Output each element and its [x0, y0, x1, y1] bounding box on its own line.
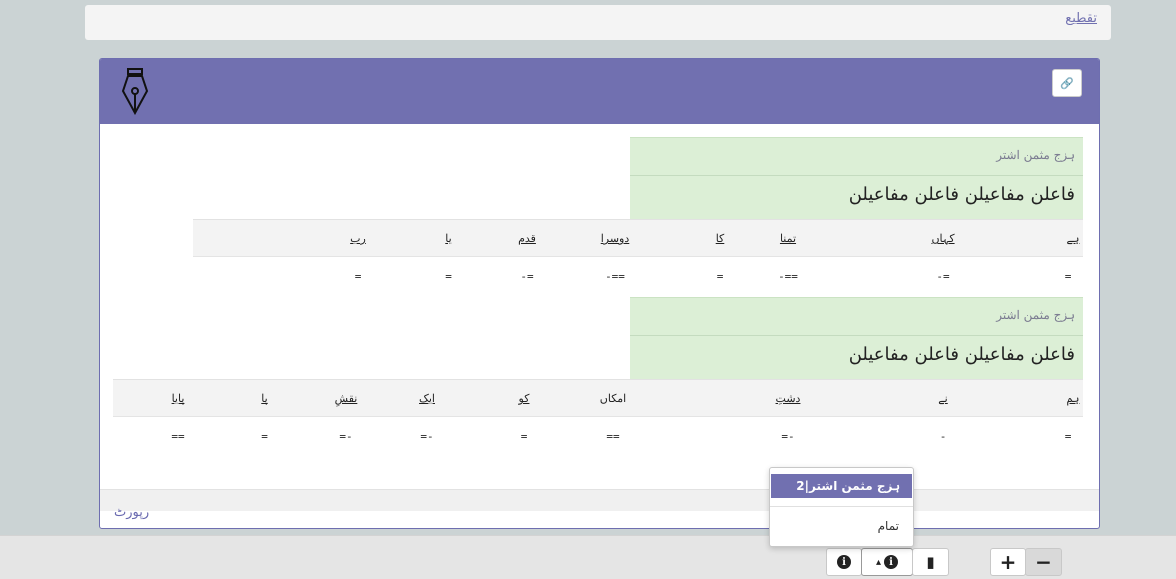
scansion-cell: = [1064, 270, 1072, 283]
meter-name[interactable]: ہزج مثمن اشتر [996, 148, 1075, 162]
card-header: 🔗 [100, 59, 1099, 124]
zoom-out-button[interactable]: − [1025, 548, 1062, 576]
meter-name[interactable]: ہزج مثمن اشتر [996, 308, 1075, 322]
meter-box-2: ہزج مثمن اشتر فاعلن مفاعیلن فاعلن مفاعیل… [630, 297, 1083, 380]
word-cell[interactable]: نقشِ [329, 392, 363, 405]
dropdown-item-all[interactable]: تمام [878, 519, 899, 533]
report-link[interactable]: رپورٹ [114, 505, 149, 520]
scansion-cell: = [1064, 430, 1072, 443]
meter-box-1: ہزج مثمن اشتر فاعلن مفاعیلن فاعلن مفاعیل… [630, 137, 1083, 220]
meter-dropdown-menu: ہزج مثمن اشتر|2 تمام [769, 467, 914, 547]
info-circle-icon: i [884, 555, 899, 569]
minus-icon: − [1035, 550, 1052, 574]
bottom-toolbar: i ▴ i ▮ + − [0, 535, 1176, 579]
taqti-link[interactable]: تقطیع [1065, 11, 1097, 26]
info-circle-icon: i [837, 555, 851, 569]
scansion-cell: = [354, 270, 362, 283]
book-icon: ▮ [926, 553, 935, 571]
meter-dropdown-toggle[interactable]: ▴ i [861, 548, 913, 576]
word-cell[interactable]: دشتِ [768, 392, 808, 405]
word-cell[interactable]: یا [436, 232, 461, 245]
fountain-pen-nib-icon [121, 68, 149, 115]
scansion-cell: -== [605, 270, 625, 283]
divider [630, 175, 1083, 176]
caret-up-icon: ▴ [875, 556, 882, 568]
word-cell[interactable]: ہم [1063, 392, 1083, 405]
word-cell[interactable]: دوسرا [591, 232, 639, 245]
divider [630, 335, 1083, 336]
scansion-cell: = [520, 430, 528, 443]
zoom-in-button[interactable]: + [990, 548, 1026, 576]
scansion-row: = - =- == = =- =- = == [113, 417, 1083, 456]
word-cell[interactable]: کو [509, 392, 539, 405]
scansion-cell: - [939, 430, 947, 443]
chain-link-icon: 🔗 [1060, 76, 1074, 90]
words-row: ہم نے دشتِ امکاں کو ایک نقشِ پا پایا [113, 380, 1083, 417]
scansion-cell: -= [936, 270, 950, 283]
scansion-cell: = [716, 270, 724, 283]
scansion-cell: == [606, 430, 620, 443]
word-cell[interactable]: ہے [1063, 232, 1083, 245]
word-cell[interactable]: ایک [410, 392, 444, 405]
scansion-grid-1: ہے کہاں تمنا کا دوسرا قدم یا رب = -= -==… [193, 219, 1083, 297]
dropdown-item-label: ہزج مثمن اشتر|2 [796, 479, 900, 493]
word-cell[interactable]: تمنا [768, 232, 808, 245]
word-cell[interactable]: پایا [163, 392, 193, 405]
dropdown-divider [770, 506, 913, 507]
scansion-cell: -== [778, 270, 798, 283]
scansion-card: 🔗 ہزج مثمن اشتر فاعلن مفاعیلن فاعلن مفاع… [99, 58, 1100, 529]
word-cell[interactable]: قدم [509, 232, 545, 245]
scansion-cell: = [261, 430, 268, 443]
meter-feet: فاعلن مفاعیلن فاعلن مفاعیلن [848, 184, 1075, 205]
word-cell[interactable]: نے [928, 392, 958, 405]
scansion-cell: -= [520, 270, 534, 283]
word-cell[interactable]: پا [252, 392, 277, 405]
book-button[interactable]: ▮ [912, 548, 949, 576]
copy-link-button[interactable]: 🔗 [1052, 69, 1082, 97]
scansion-cell: =- [781, 430, 795, 443]
words-row: ہے کہاں تمنا کا دوسرا قدم یا رب [193, 220, 1083, 257]
plus-icon: + [999, 550, 1017, 574]
info-button[interactable]: i [826, 548, 862, 576]
scansion-cell: =- [420, 430, 434, 443]
word-cell[interactable]: رب [343, 232, 373, 245]
dropdown-item-selected[interactable]: ہزج مثمن اشتر|2 [771, 474, 912, 498]
scansion-row: = -= -== = -== -= = = [193, 257, 1083, 296]
scansion-cell: == [171, 430, 185, 443]
word-cell[interactable]: امکاں [593, 392, 633, 405]
card-footer [100, 489, 1099, 511]
scansion-cell: = [445, 270, 452, 283]
top-bar: تقطیع [85, 5, 1111, 40]
word-cell[interactable]: کا [705, 232, 735, 245]
scansion-grid-2: ہم نے دشتِ امکاں کو ایک نقشِ پا پایا = -… [113, 379, 1083, 457]
word-cell[interactable]: کہاں [923, 232, 963, 245]
scansion-cell: =- [339, 430, 353, 443]
meter-feet: فاعلن مفاعیلن فاعلن مفاعیلن [848, 344, 1075, 365]
